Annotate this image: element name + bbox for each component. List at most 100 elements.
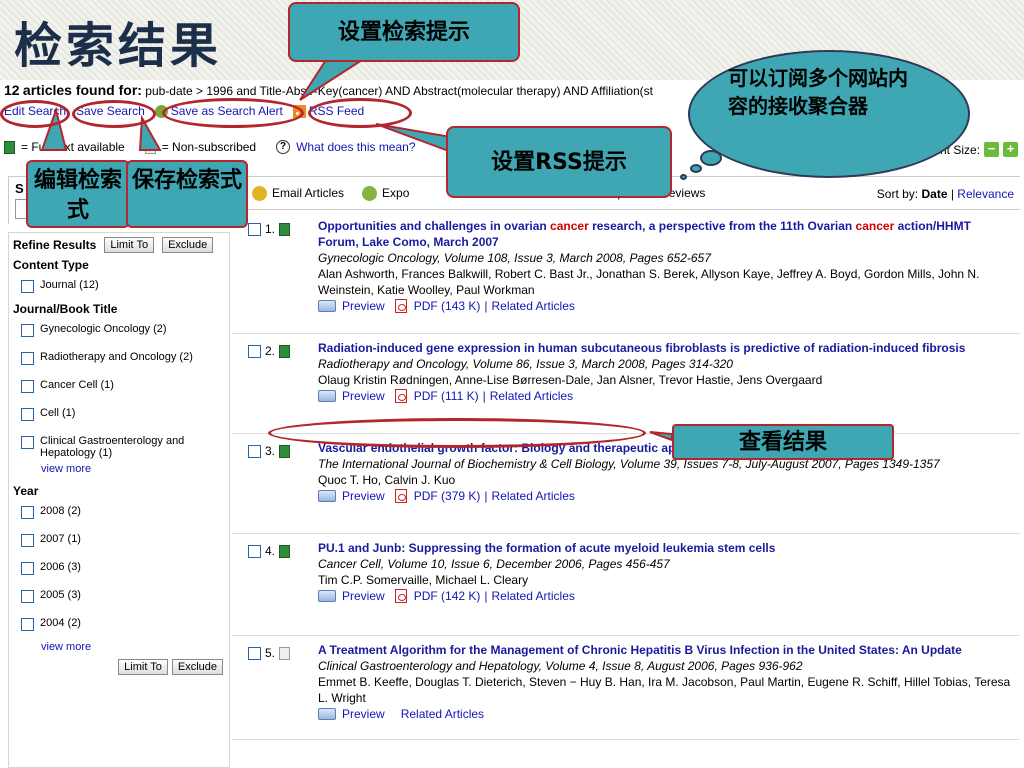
keyword-highlight: cancer xyxy=(855,219,895,233)
preview-link[interactable]: Preview xyxy=(342,588,385,604)
result-selector: 3. xyxy=(248,444,291,458)
email-articles-label: Email Articles xyxy=(272,186,345,200)
exclude-button-bottom[interactable]: Exclude xyxy=(171,659,223,675)
pdf-icon xyxy=(394,389,407,403)
preview-link[interactable]: Preview xyxy=(342,298,385,314)
query-text: pub-date > 1996 and Title-Abstr-Key(canc… xyxy=(145,84,653,98)
exclude-button[interactable]: Exclude xyxy=(162,237,214,253)
result-item-2: 2. Radiation-induced gene expression in h… xyxy=(232,334,1020,434)
related-articles-link[interactable]: Related Articles xyxy=(492,488,575,504)
facet-option[interactable]: Journal (12) xyxy=(9,275,229,299)
related-articles-link[interactable]: Related Articles xyxy=(492,588,575,604)
access-legend: = Full-text available = Non-subscribed ?… xyxy=(4,140,416,154)
result-authors: Quoc T. Ho, Calvin J. Kuo xyxy=(318,473,456,487)
facet-checkbox[interactable] xyxy=(21,618,34,631)
result-checkbox[interactable] xyxy=(248,445,261,458)
view-results-callout: 查看结果 xyxy=(672,424,894,460)
facet-checkbox[interactable] xyxy=(21,534,34,547)
facet-checkbox[interactable] xyxy=(21,506,34,519)
full-text-icon xyxy=(279,222,291,236)
journal-view-more-link[interactable]: view more xyxy=(9,463,229,481)
facet-checkbox[interactable] xyxy=(21,352,34,365)
facet-checkbox[interactable] xyxy=(21,562,34,575)
cloud-bubble xyxy=(680,174,687,180)
result-title-link[interactable]: A Treatment Algorithm for the Management… xyxy=(318,642,1014,658)
limit-to-button[interactable]: Limit To xyxy=(104,237,155,253)
facet-checkbox[interactable] xyxy=(21,380,34,393)
pdf-link[interactable]: PDF (143 K) xyxy=(414,298,481,314)
facet-option[interactable]: Cancer Cell (1) xyxy=(9,375,229,403)
help-icon: ? xyxy=(276,140,291,154)
email-articles-button[interactable]: Email Articles xyxy=(252,185,345,201)
refine-sidebar: Refine Results Limit To Exclude Content … xyxy=(8,232,230,768)
alert-callout: 设置检索提示 xyxy=(288,2,520,62)
result-source: The International Journal of Biochemistr… xyxy=(318,457,940,471)
facet-label: Journal (12) xyxy=(40,279,99,291)
result-checkbox[interactable] xyxy=(248,545,261,558)
facet-option[interactable]: Clinical Gastroenterology and Hepatology… xyxy=(9,431,229,463)
preview-icon xyxy=(318,390,336,402)
facet-option[interactable]: 2007 (1) xyxy=(9,529,229,557)
facet-label: Radiotherapy and Oncology (2) xyxy=(40,351,193,363)
facet-option[interactable]: 2004 (2) xyxy=(9,613,229,641)
rss-explanation-text: 可以订阅多个网站内容的接收聚合器 xyxy=(728,66,908,118)
result-item-3: 3. Vascular endothelial growth factor: Bi… xyxy=(232,434,1020,534)
result-body: A Treatment Algorithm for the Management… xyxy=(318,642,1014,722)
sort-relevance-link[interactable]: Relevance xyxy=(957,187,1014,201)
result-number: 3. xyxy=(265,444,276,458)
facet-checkbox[interactable] xyxy=(21,590,34,603)
pdf-link[interactable]: PDF (142 K) xyxy=(414,588,481,604)
facet-option[interactable]: Cell (1) xyxy=(9,403,229,431)
result-body: PU.1 and Junb: Suppressing the formation… xyxy=(318,540,1014,604)
facet-option[interactable]: 2008 (2) xyxy=(9,501,229,529)
result-number: 2. xyxy=(265,344,276,358)
export-label: Expo xyxy=(382,186,410,200)
preview-link[interactable]: Preview xyxy=(342,706,385,722)
related-articles-link[interactable]: Related Articles xyxy=(492,298,575,314)
pdf-icon xyxy=(394,299,407,313)
preview-link[interactable]: Preview xyxy=(342,388,385,404)
refine-results-title: Refine Results xyxy=(13,238,97,252)
facet-option[interactable]: Radiotherapy and Oncology (2) xyxy=(9,347,229,375)
sort-date-option[interactable]: Date xyxy=(921,187,947,201)
full-text-label: = Full-text available xyxy=(21,140,125,154)
result-item-5: 5. A Treatment Algorithm for the Manageme… xyxy=(232,636,1020,740)
facet-checkbox[interactable] xyxy=(21,324,34,337)
facet-checkbox[interactable] xyxy=(21,408,34,421)
result-title-link[interactable]: Radiation-induced gene expression in hum… xyxy=(318,340,1014,356)
result-number: 5. xyxy=(265,646,276,660)
facet-option[interactable]: 2005 (3) xyxy=(9,585,229,613)
result-checkbox[interactable] xyxy=(248,223,261,236)
result-body: Vascular endothelial growth factor: Biol… xyxy=(318,440,1014,504)
related-articles-link[interactable]: Related Articles xyxy=(490,388,573,404)
result-authors: Olaug Kristin Rødningen, Anne-Lise Børre… xyxy=(318,373,823,387)
limit-to-button-bottom[interactable]: Limit To xyxy=(118,659,168,675)
facet-checkbox[interactable] xyxy=(21,436,34,449)
result-title-link[interactable]: PU.1 and Junb: Suppressing the formation… xyxy=(318,540,1014,556)
rss-callout: 设置RSS提示 xyxy=(446,126,672,198)
result-links: Preview Related Articles xyxy=(318,706,1014,722)
pdf-link[interactable]: PDF (379 K) xyxy=(414,488,481,504)
result-number: 1. xyxy=(265,222,276,236)
facet-option[interactable]: Gynecologic Oncology (2) xyxy=(9,319,229,347)
year-list: 2008 (2) 2007 (1) 2006 (3) 2005 (3) 2004 (2) xyxy=(9,501,229,641)
result-selector: 1. xyxy=(248,222,291,236)
result-body: Opportunities and challenges in ovarian … xyxy=(318,218,1014,314)
what-does-this-mean-link[interactable]: What does this mean? xyxy=(296,140,415,154)
related-articles-link[interactable]: Related Articles xyxy=(401,706,484,722)
year-view-more-link[interactable]: view more xyxy=(9,641,229,659)
font-decrease-icon[interactable]: − xyxy=(984,142,999,157)
facet-option[interactable]: 2006 (3) xyxy=(9,557,229,585)
result-selector: 2. xyxy=(248,344,291,358)
result-checkbox[interactable] xyxy=(248,647,261,660)
export-button[interactable]: Expo xyxy=(362,185,410,201)
result-authors: Emmet B. Keeffe, Douglas T. Dieterich, S… xyxy=(318,675,1011,705)
result-checkbox[interactable] xyxy=(248,345,261,358)
save-search-highlight xyxy=(72,100,156,128)
facet-checkbox[interactable] xyxy=(21,280,34,293)
result-title-link[interactable]: Opportunities and challenges in ovarian … xyxy=(318,218,1014,250)
results-count-line: 12 articles found for: pub-date > 1996 a… xyxy=(4,82,653,98)
font-increase-icon[interactable]: + xyxy=(1003,142,1018,157)
pdf-link[interactable]: PDF (111 K) xyxy=(414,388,479,404)
preview-link[interactable]: Preview xyxy=(342,488,385,504)
